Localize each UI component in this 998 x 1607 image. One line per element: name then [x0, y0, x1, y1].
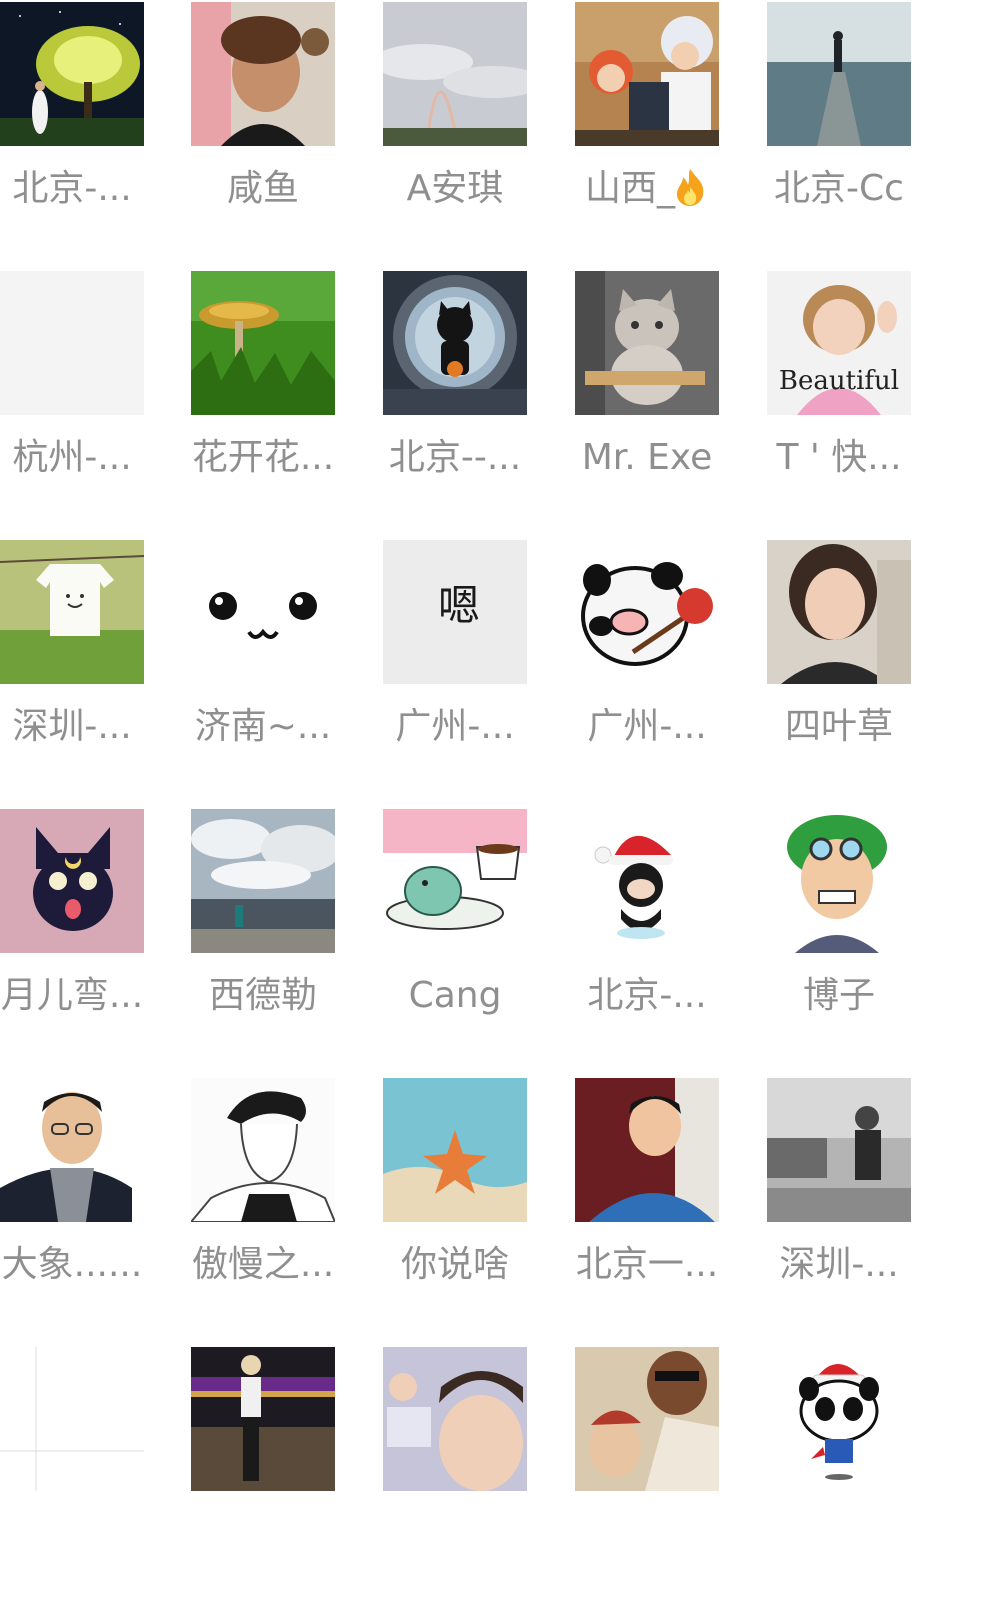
young-woman-avatar	[767, 540, 911, 684]
member-item[interactable]	[191, 1347, 335, 1607]
panda-pig-bag-avatar	[575, 540, 719, 684]
member-name: 深圳-...	[779, 1244, 899, 1285]
rainbow-sky-avatar	[383, 2, 527, 146]
santa-octocat-avatar	[575, 809, 719, 953]
child-face-avatar	[383, 1347, 527, 1491]
member-item[interactable]: 深圳-...	[0, 540, 144, 800]
sea-pier-silhouette-avatar	[767, 2, 911, 146]
member-item[interactable]: 北京--...	[383, 271, 527, 531]
member-item[interactable]: 嗯 广州-...	[383, 540, 527, 800]
member-item[interactable]: 西德勒	[191, 809, 335, 1069]
member-name: A安琪	[406, 168, 504, 209]
member-item[interactable]: 你说啥	[383, 1078, 527, 1338]
gray-cat-avatar	[575, 271, 719, 415]
couple-drawing-avatar	[575, 1347, 719, 1491]
woman-night-bridge-avatar	[191, 1347, 335, 1491]
fire-emoji-icon	[677, 169, 704, 206]
cloudy-square-avatar	[191, 809, 335, 953]
member-item[interactable]: 杭州-...	[0, 271, 144, 531]
member-item[interactable]	[575, 1347, 719, 1607]
member-name: 北京-Cc	[774, 168, 904, 209]
member-name: 月儿弯...	[0, 975, 144, 1016]
svg-text:嗯: 嗯	[438, 581, 480, 630]
man-glasses-scarf-avatar	[0, 1078, 144, 1222]
member-item[interactable]: 北京-Cc	[767, 2, 911, 262]
bw-street-man-avatar	[767, 1078, 911, 1222]
mushroom-grass-avatar	[191, 271, 335, 415]
curly-hair-man-avatar	[191, 2, 335, 146]
member-item[interactable]: 月儿弯...	[0, 809, 144, 1069]
cute-face-avatar	[191, 540, 335, 684]
member-item[interactable]: Beautiful T ' 快...	[767, 271, 911, 531]
member-grid: 北京-... 咸鱼 A安琪 山西_ 北京-Cc 杭州-... 花开花... 北京…	[0, 0, 998, 1526]
member-name: 你说啥	[400, 1244, 509, 1285]
member-item[interactable]: Cang	[383, 809, 527, 1069]
member-item[interactable]: 北京-...	[0, 2, 144, 262]
member-item[interactable]	[383, 1347, 527, 1607]
member-item[interactable]: 广州-...	[575, 540, 719, 800]
member-name: 傲慢之...	[191, 1244, 335, 1285]
green-hair-anime-avatar	[767, 809, 911, 953]
member-name: 北京一...	[575, 1244, 719, 1285]
member-item[interactable]: 山西_	[575, 2, 719, 262]
blank-lines-avatar	[0, 1347, 144, 1491]
member-name: 博子	[802, 975, 875, 1016]
night-tree-couple-avatar	[0, 2, 144, 146]
black-cat-luna-avatar	[0, 809, 144, 953]
member-item[interactable]: 博子	[767, 809, 911, 1069]
anime-characters-avatar	[575, 2, 719, 146]
member-item[interactable]: 咸鱼	[191, 2, 335, 262]
sketch-man-avatar	[191, 1078, 335, 1222]
member-name: 深圳-...	[12, 706, 132, 747]
member-name: 四叶草	[784, 706, 893, 747]
member-item[interactable]: 大象......	[0, 1078, 144, 1338]
blank-avatar	[0, 271, 144, 415]
santa-panda-avatar	[767, 1347, 911, 1491]
tshirt-clothesline-avatar	[0, 540, 144, 684]
member-name: T ' 快...	[776, 437, 902, 478]
member-name: 大象......	[1, 1244, 143, 1285]
member-name: 北京-...	[12, 168, 132, 209]
calligraphy-avatar: 嗯	[383, 540, 527, 684]
member-item[interactable]: 四叶草	[767, 540, 911, 800]
member-name: Mr. Exe	[581, 437, 713, 478]
member-name: 西德勒	[208, 975, 317, 1016]
member-name: 广州-...	[395, 706, 515, 747]
member-item[interactable]: 济南~...	[191, 540, 335, 800]
octocat-porthole-avatar	[383, 271, 527, 415]
member-item[interactable]	[0, 1347, 144, 1607]
starfish-beach-avatar	[383, 1078, 527, 1222]
member-item[interactable]	[767, 1347, 911, 1607]
member-name: 咸鱼	[226, 168, 299, 209]
thumbs-up-girl-avatar: Beautiful	[767, 271, 911, 415]
member-name: 花开花...	[191, 437, 335, 478]
member-item[interactable]: 北京一...	[575, 1078, 719, 1338]
smiling-man-blue-avatar	[575, 1078, 719, 1222]
member-item[interactable]: 花开花...	[191, 271, 335, 531]
member-name: 杭州-...	[12, 437, 132, 478]
svg-text:Beautiful: Beautiful	[779, 366, 899, 396]
member-item[interactable]: 北京-...	[575, 809, 719, 1069]
member-name: Cang	[408, 975, 502, 1016]
member-name: 广州-...	[587, 706, 707, 747]
member-name: 北京-...	[587, 975, 707, 1016]
member-name: 山西_	[553, 166, 741, 212]
dinosaur-coffee-avatar	[383, 809, 527, 953]
member-item[interactable]: 傲慢之...	[191, 1078, 335, 1338]
member-name: 北京--...	[388, 437, 522, 478]
member-name: 济南~...	[194, 706, 332, 747]
member-item[interactable]: Mr. Exe	[575, 271, 719, 531]
member-item[interactable]: 深圳-...	[767, 1078, 911, 1338]
member-item[interactable]: A安琪	[383, 2, 527, 262]
